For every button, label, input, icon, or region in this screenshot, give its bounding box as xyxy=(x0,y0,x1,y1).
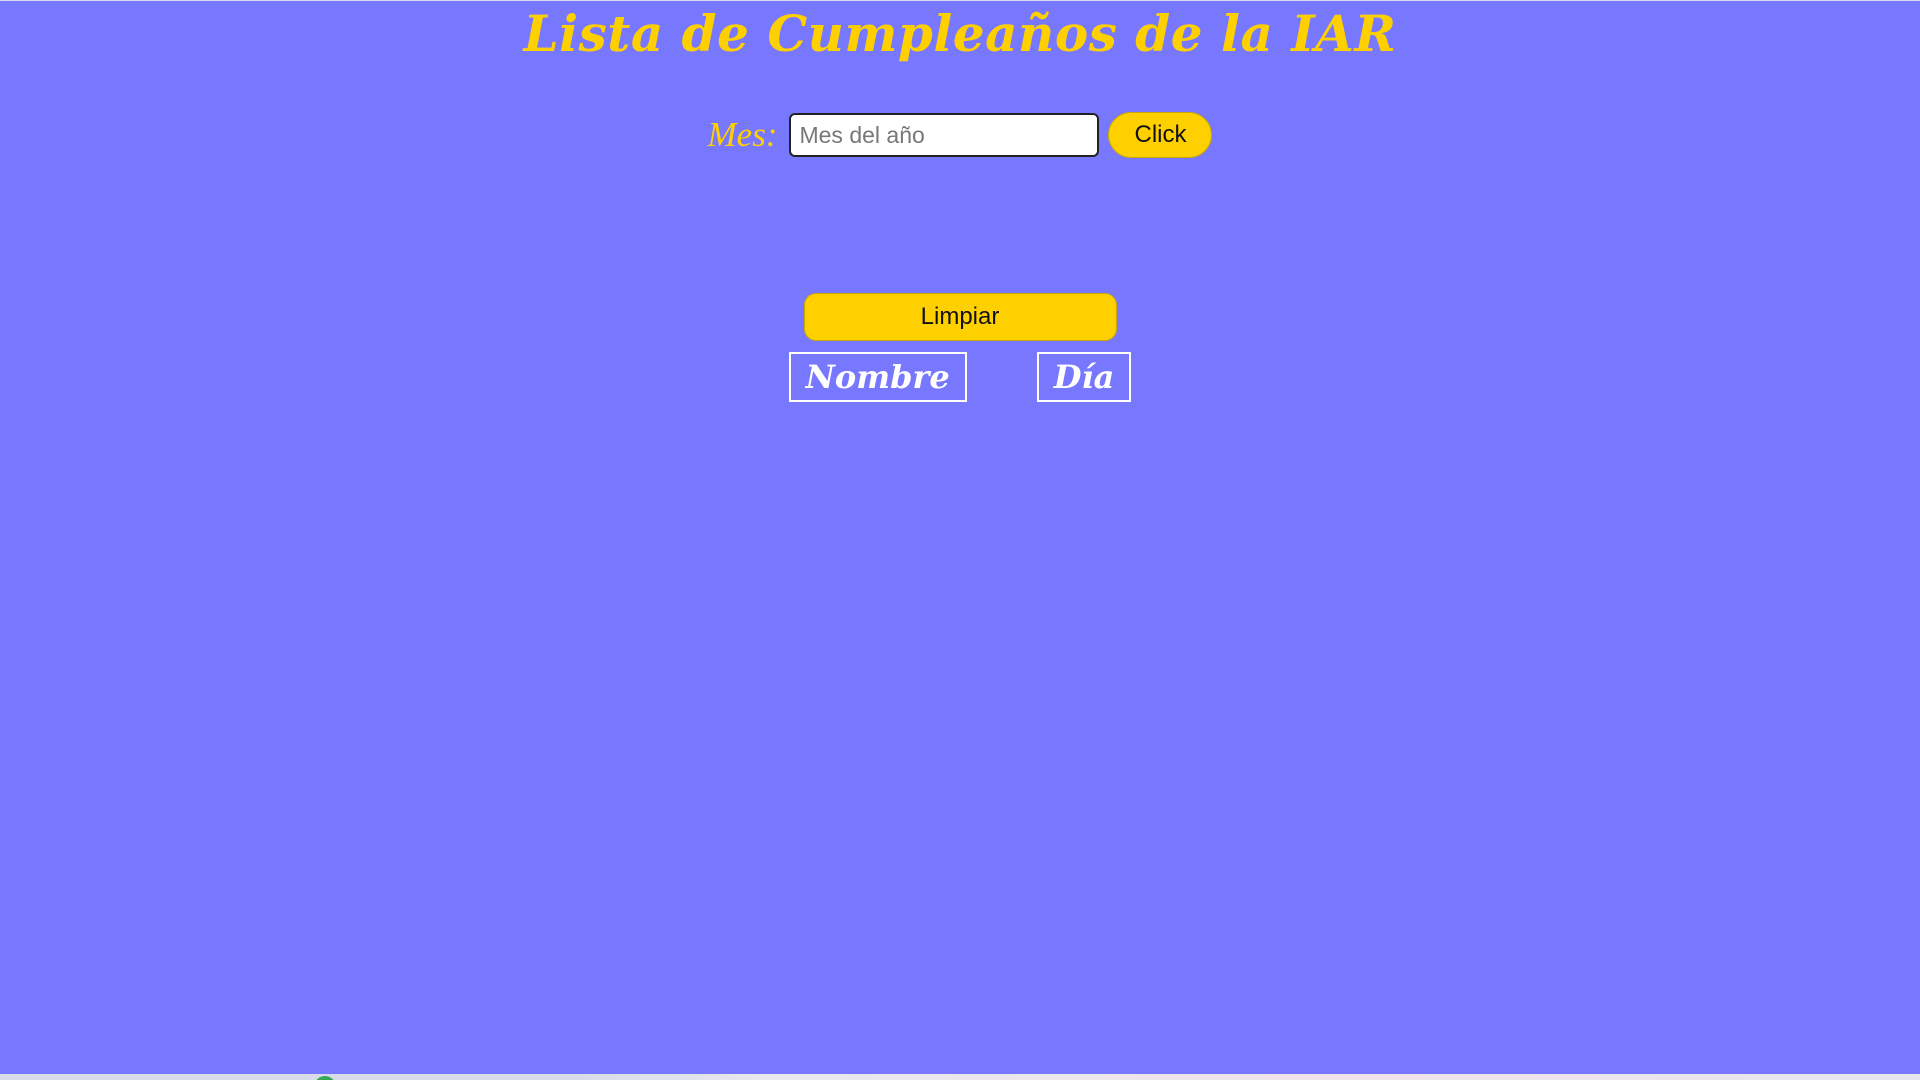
bottom-strip xyxy=(0,1074,1920,1080)
clear-button[interactable]: Limpiar xyxy=(803,293,1117,341)
page-title: Lista de Cumpleaños de la IAR xyxy=(523,4,1397,63)
clear-section: Limpiar xyxy=(0,293,1920,341)
month-input[interactable] xyxy=(789,113,1100,157)
birthday-table-header: Nombre Día xyxy=(0,352,1920,402)
month-form: Mes: Click xyxy=(0,112,1920,158)
click-button[interactable]: Click xyxy=(1108,112,1213,158)
top-border xyxy=(0,0,1920,1)
column-header-day: Día xyxy=(1036,352,1132,402)
column-header-name: Nombre xyxy=(788,352,967,402)
month-label: Mes: xyxy=(707,115,778,154)
